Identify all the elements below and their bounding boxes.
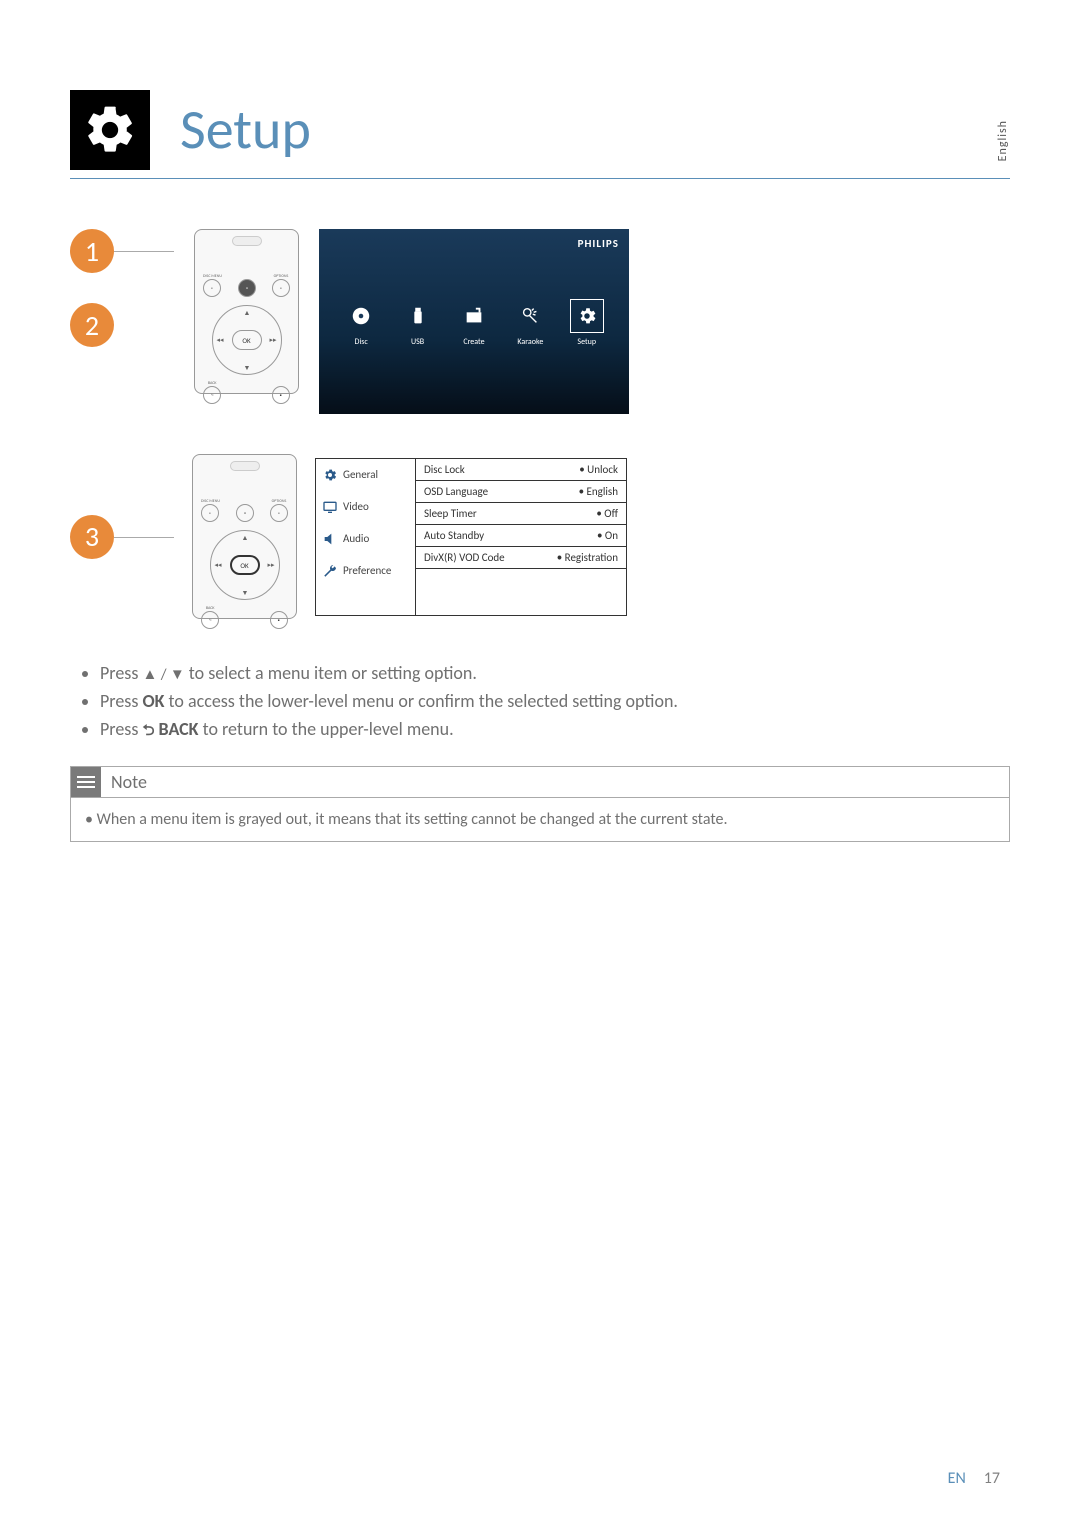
setting-row-divx: DivX(R) VOD Code• Registration bbox=[416, 547, 626, 569]
diagram-row-2: 3 DISC MENU≡ ⌂ OPTIONS≡ OK ▲ ▼ ◂◂ ▸▸ BAC… bbox=[70, 454, 1010, 619]
remote-control-diagram: DISC MENU≡ ⌂ OPTIONS≡ OK ▲ ▼ ◂◂ ▸▸ BACK⮌… bbox=[194, 229, 299, 394]
home-button-icon: ⌂ bbox=[236, 504, 254, 522]
step-2-badge: 2 bbox=[70, 303, 114, 347]
home-button-icon: ⌂ bbox=[238, 279, 256, 297]
step-1-badge: 1 bbox=[70, 229, 114, 273]
disc-menu-button-icon: ≡ bbox=[201, 504, 219, 522]
ok-button-icon: OK bbox=[232, 330, 262, 350]
stop-button-icon: ■ bbox=[272, 386, 290, 404]
footer-lang: EN bbox=[948, 1469, 966, 1488]
diagram-row-1: 1 2 DISC MENU≡ ⌂ OPTIONS≡ OK ▲ ▼ ◂◂ ▸▸ B… bbox=[70, 229, 1010, 414]
disc-menu-button-icon: ≡ bbox=[203, 279, 221, 297]
gear-icon bbox=[570, 299, 604, 333]
mp3-icon: MP3 bbox=[457, 299, 491, 333]
footer-page-number: 17 bbox=[984, 1469, 1000, 1488]
dpad-icon: OK ▲ ▼ ◂◂ ▸▸ bbox=[212, 305, 282, 375]
remote-control-diagram: DISC MENU≡ ⌂ OPTIONS≡ OK ▲ ▼ ◂◂ ▸▸ BACK⮌… bbox=[192, 454, 297, 619]
back-arrow-icon: ⮌ bbox=[142, 722, 154, 740]
note-box: Note • When a menu item is grayed out, i… bbox=[70, 766, 1010, 842]
page-title: Setup bbox=[180, 96, 311, 164]
svg-text:MP3: MP3 bbox=[469, 316, 480, 322]
setting-row-osd-language: OSD Language• English bbox=[416, 481, 626, 503]
tv-item-create: MP3 Create bbox=[457, 299, 491, 347]
speaker-icon bbox=[322, 531, 338, 547]
tv-item-karaoke: Karaoke bbox=[513, 299, 547, 347]
brand-label: PHILIPS bbox=[578, 237, 619, 250]
tv-item-disc: Disc bbox=[344, 299, 378, 347]
monitor-icon bbox=[322, 499, 338, 515]
karaoke-icon bbox=[513, 299, 547, 333]
tv-item-usb: USB bbox=[401, 299, 435, 347]
instruction-item: Press OK to access the lower-level menu … bbox=[100, 687, 1010, 715]
note-heading: Note bbox=[111, 771, 147, 793]
instruction-item: Press ⮌ BACK to return to the upper-leve… bbox=[100, 715, 1010, 748]
step-3-badge: 3 bbox=[70, 515, 114, 559]
tv-home-menu: PHILIPS Disc USB MP3 Create Karaoke Setu… bbox=[319, 229, 629, 414]
instruction-item: Press ▲ / ▼ to select a menu item or set… bbox=[100, 659, 1010, 687]
note-icon bbox=[71, 767, 101, 797]
usb-icon bbox=[401, 299, 435, 333]
tab-preference: Preference bbox=[316, 555, 415, 587]
up-down-arrow-icon: ▲ / ▼ bbox=[142, 666, 184, 684]
options-button-icon: ≡ bbox=[272, 279, 290, 297]
stop-button-icon: ■ bbox=[270, 611, 288, 629]
gear-icon bbox=[70, 90, 150, 170]
back-button-icon: ⮌ bbox=[203, 386, 221, 404]
connector-line bbox=[114, 251, 174, 252]
tv-item-setup: Setup bbox=[570, 299, 604, 347]
setting-row-disc-lock: Disc Lock• Unlock bbox=[416, 459, 626, 481]
dpad-icon: OK ▲ ▼ ◂◂ ▸▸ bbox=[210, 530, 280, 600]
language-tab: English bbox=[996, 120, 1010, 161]
tab-audio: Audio bbox=[316, 523, 415, 555]
instructions-list: Press ▲ / ▼ to select a menu item or set… bbox=[70, 659, 1010, 748]
back-button-icon: ⮌ bbox=[201, 611, 219, 629]
note-body: • When a menu item is grayed out, it mea… bbox=[71, 797, 1009, 841]
wrench-icon bbox=[322, 563, 338, 579]
tab-general: General bbox=[316, 459, 415, 491]
page-footer: EN 17 bbox=[948, 1469, 1000, 1488]
tab-video: Video bbox=[316, 491, 415, 523]
setup-menu-table: General Video Audio Preference Disc Lock… bbox=[315, 458, 627, 616]
setting-row-auto-standby: Auto Standby• On bbox=[416, 525, 626, 547]
connector-line bbox=[114, 537, 174, 538]
disc-icon bbox=[344, 299, 378, 333]
gear-icon bbox=[322, 467, 338, 483]
ok-button-icon: OK bbox=[230, 555, 260, 575]
page-header: Setup bbox=[70, 90, 1010, 179]
options-button-icon: ≡ bbox=[270, 504, 288, 522]
setting-row-sleep-timer: Sleep Timer• Off bbox=[416, 503, 626, 525]
